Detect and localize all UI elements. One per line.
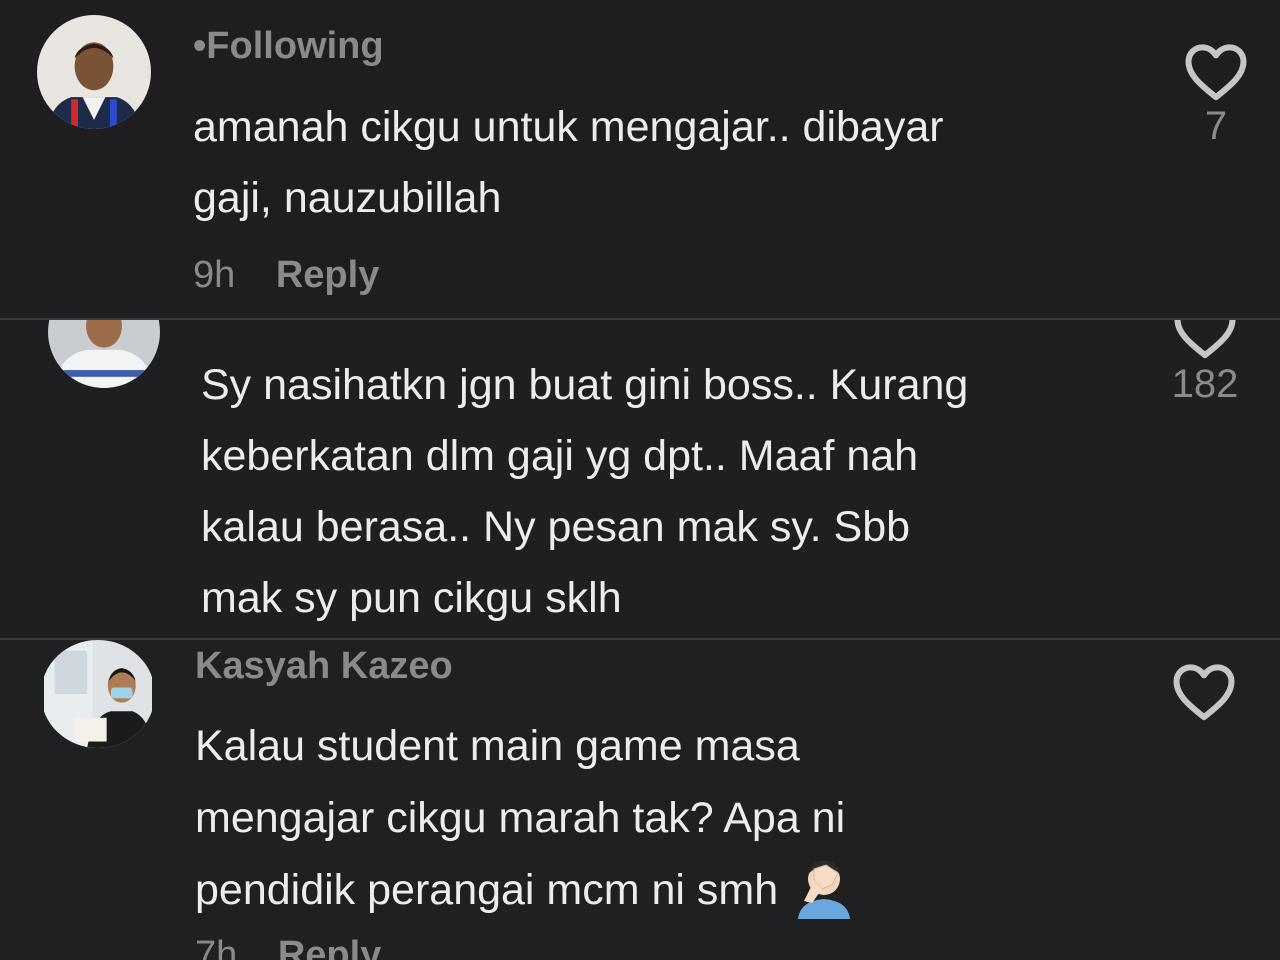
comment-line: Kalau student main game masa [195, 722, 800, 770]
timestamp: 7h [195, 934, 238, 960]
comment-line: kalau berasa.. Ny pesan mak sy. Sbb [201, 503, 911, 551]
timestamp: 9h [193, 254, 236, 296]
like-count: 7 [1204, 104, 1228, 148]
heart-outline-icon [1174, 320, 1236, 359]
username[interactable]: Kasyah Kazeo [195, 645, 453, 688]
comment-item: Sy nasihatkn jgn buat gini boss.. Kurang… [0, 320, 1280, 638]
comment-line: Sy nasihatkn jgn buat gini boss.. Kurang [201, 361, 969, 409]
like-button[interactable]: 7 [1176, 40, 1256, 149]
avatar[interactable] [41, 640, 155, 748]
username[interactable] [200, 320, 430, 328]
avatar[interactable] [37, 15, 151, 129]
comment-text: Kalau student main game masa mengajar ci… [195, 710, 856, 926]
comment-line: mak sy pun cikgu sklh [201, 574, 622, 622]
comment-line: amanah cikgu untuk mengajar.. dibayar [193, 103, 944, 151]
like-button[interactable] [1164, 660, 1244, 724]
comment-text: Sy nasihatkn jgn buat gini boss.. Kurang… [201, 350, 968, 634]
comment-meta: 9h Reply [193, 254, 379, 297]
comment-line: keberkatan dlm gaji yg dpt.. Maaf nah [201, 432, 919, 480]
like-count: 182 [1171, 362, 1239, 406]
comment-text: amanah cikgu untuk mengajar.. dibayar ga… [193, 92, 944, 234]
username[interactable]: •Following [193, 25, 384, 68]
avatar[interactable] [48, 320, 160, 388]
like-button[interactable]: 182 [1160, 320, 1250, 407]
comment-line-with-emoji: pendidik perangai mcm ni smh [195, 854, 856, 926]
comment-line: mengajar cikgu marah tak? Apa ni [195, 794, 846, 842]
reply-button[interactable]: Reply [276, 254, 379, 296]
reply-button[interactable]: Reply [278, 934, 381, 960]
comment-line: pendidik perangai mcm ni smh [195, 866, 779, 914]
comment-item: •Following amanah cikgu untuk mengajar..… [0, 0, 1280, 318]
heart-outline-icon [1173, 664, 1235, 721]
heart-outline-icon [1185, 44, 1247, 101]
comment-line: gaji, nauzubillah [193, 174, 502, 222]
comment-item: Kasyah Kazeo Kalau student main game mas… [0, 640, 1280, 960]
face-palm-emoji [792, 855, 856, 919]
comment-meta: 7h Reply [195, 934, 381, 960]
